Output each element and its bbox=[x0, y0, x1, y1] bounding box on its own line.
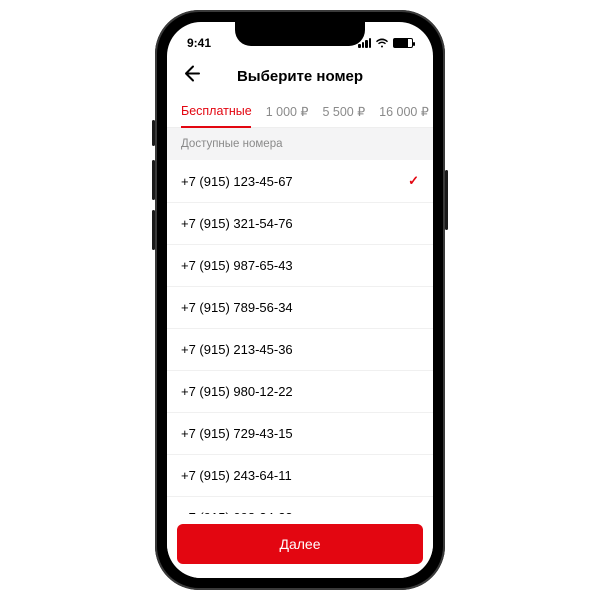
wifi-icon bbox=[375, 38, 389, 48]
phone-number: +7 (915) 987-65-43 bbox=[181, 258, 293, 273]
number-row[interactable]: +7 (915) 980-12-22 bbox=[167, 371, 433, 413]
tab-0[interactable]: Бесплатные bbox=[181, 96, 252, 127]
next-button[interactable]: Далее bbox=[177, 524, 423, 564]
number-row[interactable]: +7 (915) 123-45-67 ✓ bbox=[167, 160, 433, 203]
page-title: Выберите номер bbox=[237, 68, 363, 85]
number-row[interactable]: +7 (915) 789-56-34 bbox=[167, 287, 433, 329]
number-row[interactable]: +7 (915) 213-45-36 bbox=[167, 329, 433, 371]
side-button bbox=[152, 160, 155, 200]
status-indicators bbox=[358, 38, 413, 48]
notch bbox=[235, 22, 365, 46]
phone-number: +7 (915) 321-54-76 bbox=[181, 216, 293, 231]
phone-frame: 9:41 Выберите номер Бесплатные 1 000 ₽ 5 5… bbox=[155, 10, 445, 590]
status-time: 9:41 bbox=[187, 36, 211, 50]
back-button[interactable] bbox=[181, 64, 201, 89]
phone-number: +7 (915) 123-45-67 bbox=[181, 174, 293, 189]
screen: 9:41 Выберите номер Бесплатные 1 000 ₽ 5 5… bbox=[167, 22, 433, 578]
footer: Далее bbox=[167, 514, 433, 578]
phone-number: +7 (915) 789-56-34 bbox=[181, 300, 293, 315]
header: Выберите номер bbox=[167, 56, 433, 96]
section-header: Доступные номера bbox=[167, 128, 433, 160]
phone-number: +7 (915) 729-43-15 bbox=[181, 426, 293, 441]
arrow-left-icon bbox=[181, 64, 201, 84]
number-row[interactable]: +7 (915) 729-43-15 bbox=[167, 413, 433, 455]
check-icon: ✓ bbox=[408, 173, 419, 189]
phone-number: +7 (915) 980-12-22 bbox=[181, 384, 293, 399]
number-row[interactable]: +7 (915) 321-54-76 bbox=[167, 203, 433, 245]
number-row[interactable]: +7 (915) 243-64-11 bbox=[167, 455, 433, 497]
side-button bbox=[445, 170, 448, 230]
price-tabs: Бесплатные 1 000 ₽ 5 500 ₽ 16 000 ₽ bbox=[167, 96, 433, 128]
phone-number: +7 (915) 213-45-36 bbox=[181, 342, 293, 357]
tab-1[interactable]: 1 000 ₽ bbox=[266, 96, 309, 127]
number-row[interactable]: +7 (915) 987-65-43 bbox=[167, 245, 433, 287]
phone-number: +7 (915) 243-64-11 bbox=[181, 468, 292, 483]
tab-2[interactable]: 5 500 ₽ bbox=[322, 96, 365, 127]
tab-3[interactable]: 16 000 ₽ bbox=[379, 96, 429, 127]
side-button bbox=[152, 120, 155, 146]
battery-icon bbox=[393, 38, 413, 48]
tab-underline bbox=[181, 126, 251, 128]
side-button bbox=[152, 210, 155, 250]
